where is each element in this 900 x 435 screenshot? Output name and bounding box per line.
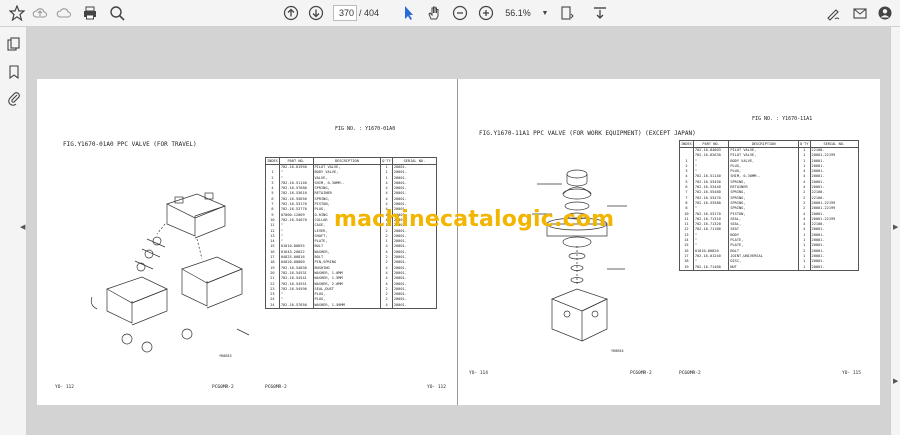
serial-cell: 20001- — [809, 264, 860, 271]
zoom-search-icon[interactable] — [108, 4, 126, 22]
right-scrollbar[interactable]: ▶ ▶ — [890, 27, 900, 435]
bookmarks-icon[interactable] — [5, 63, 23, 81]
qty-cell: 1 — [797, 264, 811, 271]
left-fig-title: FIG.Y1670-01A0 PPC VALVE (FOR TRAVEL) — [63, 141, 197, 148]
scroll-mode-icon[interactable] — [591, 4, 609, 22]
col-qty: Q'TY — [797, 140, 811, 148]
page-up-icon[interactable] — [282, 4, 300, 22]
index-cell: 24 — [265, 302, 280, 309]
star-icon[interactable] — [8, 4, 26, 22]
table-row: 19 702-16-71460 NUT 1 20001- — [679, 264, 860, 271]
page-thumbnails-icon[interactable] — [5, 36, 23, 54]
hand-tool-icon[interactable] — [425, 4, 443, 22]
page-down-icon[interactable] — [307, 4, 325, 22]
col-index: INDEX — [679, 140, 694, 148]
zoom-dropdown-icon[interactable]: ▼ — [536, 4, 554, 22]
col-description: DESCRIPTION — [728, 140, 799, 148]
left-footer-page-right: YO- 112 — [427, 385, 446, 390]
upload-icon[interactable] — [31, 4, 49, 22]
right-parts-rows: 702-16-04003 PILOT VALVE, 1 22100- 702-16-02… — [679, 147, 860, 271]
part-no-cell: 702-16-57650 — [278, 302, 314, 309]
description-cell: NUT — [728, 264, 799, 271]
right-footer-page: YO- 114 — [469, 371, 488, 376]
left-parts-rows: 702-16-01950 PILOT VALVE, 1 20001- 1 " BODY VA… — [265, 164, 438, 309]
zoom-out-icon[interactable] — [451, 4, 469, 22]
col-serial: SERIAL NO. — [391, 157, 438, 165]
zoom-in-icon[interactable] — [477, 4, 495, 22]
description-cell: WASHER, 1.50MM — [312, 302, 382, 309]
left-footer-page: YO- 112 — [55, 385, 74, 390]
select-cursor-icon[interactable] — [400, 4, 418, 22]
expand-right-icon[interactable]: ▶ — [893, 223, 898, 231]
account-icon[interactable] — [876, 4, 894, 22]
right-parts-table: INDEX PART NO. DESCRIPTION Q'TY SERIAL N… — [679, 140, 860, 271]
page-divider — [457, 79, 458, 405]
mail-icon[interactable] — [851, 4, 869, 22]
document-viewer[interactable]: FIG NO. : Y1670-01A0 FIG.Y1670-01A0 PPC … — [27, 27, 890, 435]
collapse-left-icon[interactable]: ◀ — [20, 223, 25, 231]
right-fig-no: FIG NO. : Y1670-11A1 — [752, 116, 813, 122]
right-footer-page-right: YO- 115 — [842, 371, 861, 376]
col-part-no: PART NO. — [278, 157, 314, 165]
left-drawing-code: YR8653 — [219, 354, 232, 358]
page-total: / 404 — [359, 8, 380, 18]
left-fig-no: FIG NO. : Y1670-01A0 — [335, 126, 396, 132]
right-footer-model-2: PC60MR-2 — [679, 371, 701, 376]
col-qty: Q'TY — [380, 157, 393, 165]
left-parts-table: INDEX PART NO. DESCRIPTION Q'TY SERIAL N… — [265, 157, 438, 309]
col-part-no: PART NO. — [692, 140, 730, 148]
right-drawing-code: YR8654 — [611, 349, 624, 353]
page-fit-icon[interactable] — [558, 4, 576, 22]
left-exploded-drawing — [90, 192, 250, 353]
col-serial: SERIAL NO. — [809, 140, 860, 148]
left-sidebar: ◀ — [0, 27, 27, 435]
serial-cell: 20001- — [391, 302, 438, 309]
sign-icon[interactable] — [825, 4, 843, 22]
attachments-icon[interactable] — [5, 89, 23, 107]
qty-cell: 4 — [380, 302, 393, 309]
print-icon[interactable] — [81, 4, 99, 22]
left-footer-model: PC60MR-2 — [212, 385, 234, 390]
right-exploded-drawing — [532, 169, 627, 342]
pdf-page: FIG NO. : Y1670-01A0 FIG.Y1670-01A0 PPC … — [37, 79, 880, 405]
upload-cloud-icon[interactable] — [55, 4, 73, 22]
col-description: DESCRIPTION — [312, 157, 382, 165]
part-no-cell: 702-16-71460 — [692, 264, 730, 271]
watermark: machinecatalogic.com — [334, 207, 615, 232]
table-row: 24 702-16-57650 WASHER, 1.50MM 4 20001- — [265, 302, 438, 309]
zoom-level[interactable]: 56.1% — [504, 5, 532, 21]
top-toolbar: 370 / 404 56.1% ▼ — [0, 0, 900, 27]
scroll-down-icon[interactable]: ▶ — [893, 377, 898, 385]
index-cell: 19 — [679, 264, 694, 271]
right-fig-title: FIG.Y1670-11A1 PPC VALVE (FOR WORK EQUIP… — [479, 130, 696, 137]
page-number-input[interactable]: 370 — [333, 5, 357, 21]
right-footer-model: PC60MR-2 — [630, 371, 652, 376]
left-footer-model-2: PC60MR-2 — [265, 385, 287, 390]
col-index: INDEX — [265, 157, 280, 165]
